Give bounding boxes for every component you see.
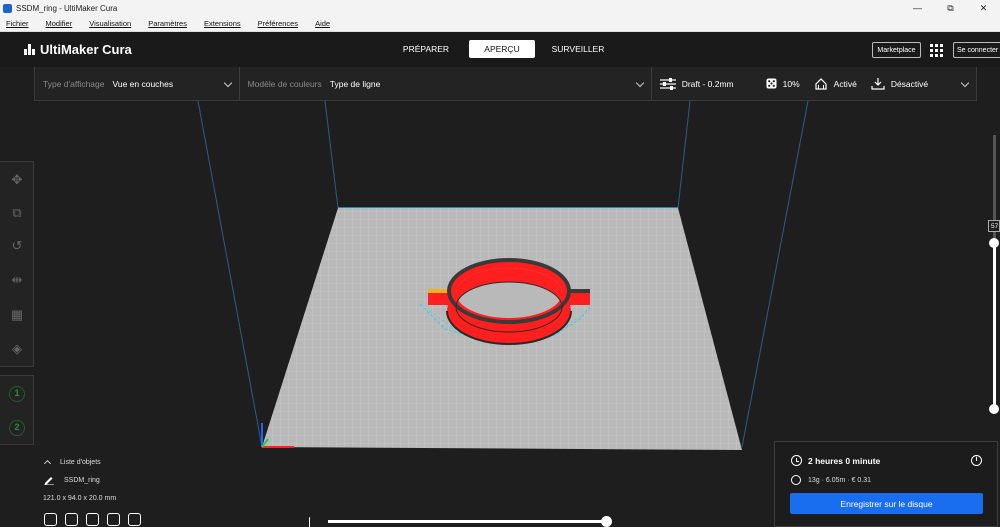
info-icon[interactable]: i: [971, 455, 982, 466]
extension-1-icon[interactable]: 1: [9, 386, 25, 402]
object-list: Liste d'objets SSDM_ring 121.0 x 94.0 x …: [38, 453, 238, 507]
print-summary-panel: 2 heures 0 minute i 13g · 6.05m · € 0.31…: [774, 441, 998, 527]
mirror-tool-icon[interactable]: ⇹: [9, 272, 25, 288]
sliders-icon: [659, 77, 676, 90]
cura-app-icon: [3, 3, 12, 13]
view-type-value: Vue en couches: [112, 78, 174, 89]
clock-icon: [791, 455, 802, 466]
minimize-button[interactable]: —: [901, 3, 934, 13]
extension-2-icon[interactable]: 2: [9, 420, 25, 436]
layer-slider-bottom-handle[interactable]: [989, 404, 999, 414]
view-front-icon[interactable]: [65, 513, 78, 526]
support-value: Activé: [833, 78, 857, 89]
menu-extensions[interactable]: Extensions: [204, 19, 241, 28]
support-icon: [815, 77, 827, 90]
scale-tool-icon[interactable]: ⧉: [9, 205, 25, 221]
layer-slider-top-handle[interactable]: [989, 238, 999, 248]
title-bar: SSDM_ring - UltiMaker Cura — ⧉ ✕: [0, 0, 1000, 16]
rotate-tool-icon[interactable]: ↺: [9, 238, 25, 254]
chevron-down-icon: [223, 78, 232, 88]
material-value: 13g · 6.05m · € 0.31: [808, 476, 872, 484]
move-tool-icon[interactable]: ✥: [9, 172, 25, 188]
color-model-value: Type de ligne: [329, 78, 381, 89]
path-slider[interactable]: [328, 520, 608, 523]
list-item[interactable]: SSDM_ring: [38, 471, 238, 489]
object-name: SSDM_ring: [64, 476, 100, 484]
infill-item: 10%: [766, 78, 800, 89]
view-right-icon[interactable]: [128, 513, 141, 526]
window-title: SSDM_ring - UltiMaker Cura: [16, 3, 118, 13]
pencil-icon: [44, 477, 54, 485]
profile-name: Draft - 0.2mm: [681, 78, 734, 89]
build-volume-edge: [741, 100, 809, 448]
sign-in-button[interactable]: Se connecter: [953, 42, 1000, 58]
print-time: 2 heures 0 minute: [791, 455, 880, 466]
profile-item: Draft - 0.2mm: [659, 77, 734, 90]
adhesion-item: Désactivé: [871, 77, 929, 90]
menu-aide[interactable]: Aide: [315, 19, 330, 28]
layer-slider[interactable]: [993, 135, 996, 410]
ultimaker-logo-icon: [24, 44, 36, 55]
brand-logo: UltiMaker Cura: [24, 42, 132, 57]
menu-modifier[interactable]: Modifier: [46, 19, 73, 28]
menu-visualisation[interactable]: Visualisation: [89, 19, 131, 28]
cura-window: SSDM_ring - UltiMaker Cura — ⧉ ✕ Fichier…: [0, 0, 1000, 527]
object-dimensions: 121.0 x 94.0 x 20.0 mm: [43, 494, 117, 502]
color-model-dropdown[interactable]: Modèle de couleurs Type de ligne: [240, 67, 652, 100]
chevron-down-icon: [960, 78, 970, 88]
maximize-button[interactable]: ⧉: [934, 3, 967, 14]
view-type-label: Type d'affichage: [43, 78, 105, 89]
app-header: UltiMaker Cura PRÉPARER APERÇU SURVEILLE…: [0, 32, 1000, 67]
layer-slider-fill: [993, 242, 996, 410]
infill-value: 10%: [782, 78, 800, 89]
menu-parametres[interactable]: Paramètres: [148, 19, 187, 28]
object-list-toggle[interactable]: Liste d'objets: [38, 453, 238, 471]
layer-number-field[interactable]: 57: [988, 220, 1000, 232]
menu-fichier[interactable]: Fichier: [6, 19, 29, 28]
view-3d-icon[interactable]: [44, 513, 57, 526]
ring-tab-left: [428, 291, 450, 305]
color-model-label: Modèle de couleurs: [247, 78, 322, 89]
chevron-down-icon: [635, 78, 644, 88]
tab-surveiller[interactable]: SURVEILLER: [545, 40, 611, 58]
adhesion-icon: [871, 77, 885, 90]
build-volume-edge: [324, 100, 339, 209]
chevron-up-icon: [43, 459, 52, 468]
infill-icon: [766, 78, 777, 89]
view-left-icon[interactable]: [107, 513, 120, 526]
adhesion-value: Désactivé: [890, 78, 929, 89]
support-blocker-icon[interactable]: ◈: [9, 341, 25, 357]
view-toolbar: Type d'affichage Vue en couches Modèle d…: [34, 67, 977, 101]
save-to-disk-button[interactable]: Enregistrer sur le disque: [790, 493, 983, 514]
path-slider-handle[interactable]: [601, 516, 612, 527]
material-estimate: 13g · 6.05m · € 0.31: [791, 475, 871, 485]
model-tools: ✥ ⧉ ↺ ⇹ ▦ ◈: [0, 161, 34, 367]
spool-icon: [791, 475, 801, 485]
tab-apercu[interactable]: APERÇU: [469, 40, 535, 58]
tab-preparer[interactable]: PRÉPARER: [393, 40, 459, 58]
extension-tools: 1 2: [0, 375, 34, 445]
view-top-icon[interactable]: [86, 513, 99, 526]
play-icon[interactable]: [309, 517, 316, 527]
print-time-value: 2 heures 0 minute: [808, 455, 881, 466]
ring-tab-left-top: [428, 289, 450, 293]
menu-preferences[interactable]: Préférences: [258, 19, 298, 28]
view-type-dropdown[interactable]: Type d'affichage Vue en couches: [35, 67, 240, 100]
close-button[interactable]: ✕: [967, 3, 1000, 14]
print-settings-button[interactable]: Draft - 0.2mm 10% Activé Désactivé: [652, 67, 976, 100]
menu-bar: Fichier Modifier Visualisation Paramètre…: [0, 16, 1000, 32]
camera-views: [44, 513, 149, 526]
object-list-title: Liste d'objets: [60, 458, 101, 466]
build-volume-edge: [197, 100, 263, 448]
apps-grid-icon[interactable]: [930, 44, 943, 57]
per-model-settings-icon[interactable]: ▦: [9, 307, 25, 323]
marketplace-button[interactable]: Marketplace: [872, 42, 921, 58]
support-item: Activé: [814, 77, 857, 90]
stage-tabs: PRÉPARER APERÇU SURVEILLER: [393, 40, 621, 58]
build-volume-edge: [677, 100, 691, 209]
brand-name: UltiMaker Cura: [40, 42, 132, 57]
